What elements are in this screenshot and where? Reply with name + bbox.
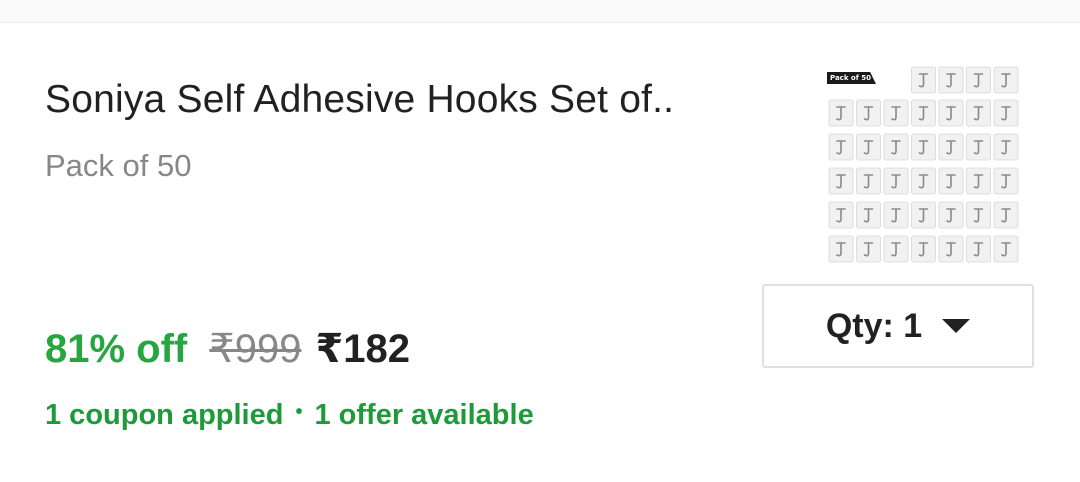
discount-percent: 81% off <box>45 327 188 371</box>
price-row: 81% off ₹999 ₹182 <box>45 326 410 372</box>
top-divider-strip <box>0 0 1080 23</box>
quantity-label: Qty: 1 <box>825 306 923 345</box>
offers-summary[interactable]: 1 coupon applied • 1 offer available <box>45 399 534 432</box>
offer-available-text: 1 offer available <box>314 399 534 431</box>
product-variant: Pack of 50 <box>45 148 192 183</box>
final-price: ₹182 <box>315 327 411 371</box>
chevron-down-icon <box>942 319 971 333</box>
thumbnail-pack-badge: Pack of 50 <box>827 72 876 84</box>
coupon-applied-text: 1 coupon applied <box>45 399 284 431</box>
product-title[interactable]: Soniya Self Adhesive Hooks Set of.. <box>45 78 674 122</box>
separator-dot: • <box>295 401 303 423</box>
quantity-selector[interactable]: Qty: 1 <box>762 284 1034 368</box>
original-price: ₹999 <box>209 327 302 371</box>
product-thumbnail[interactable]: Pack of 50 <box>824 64 1026 269</box>
adhesive-hook-icon <box>828 66 1019 263</box>
